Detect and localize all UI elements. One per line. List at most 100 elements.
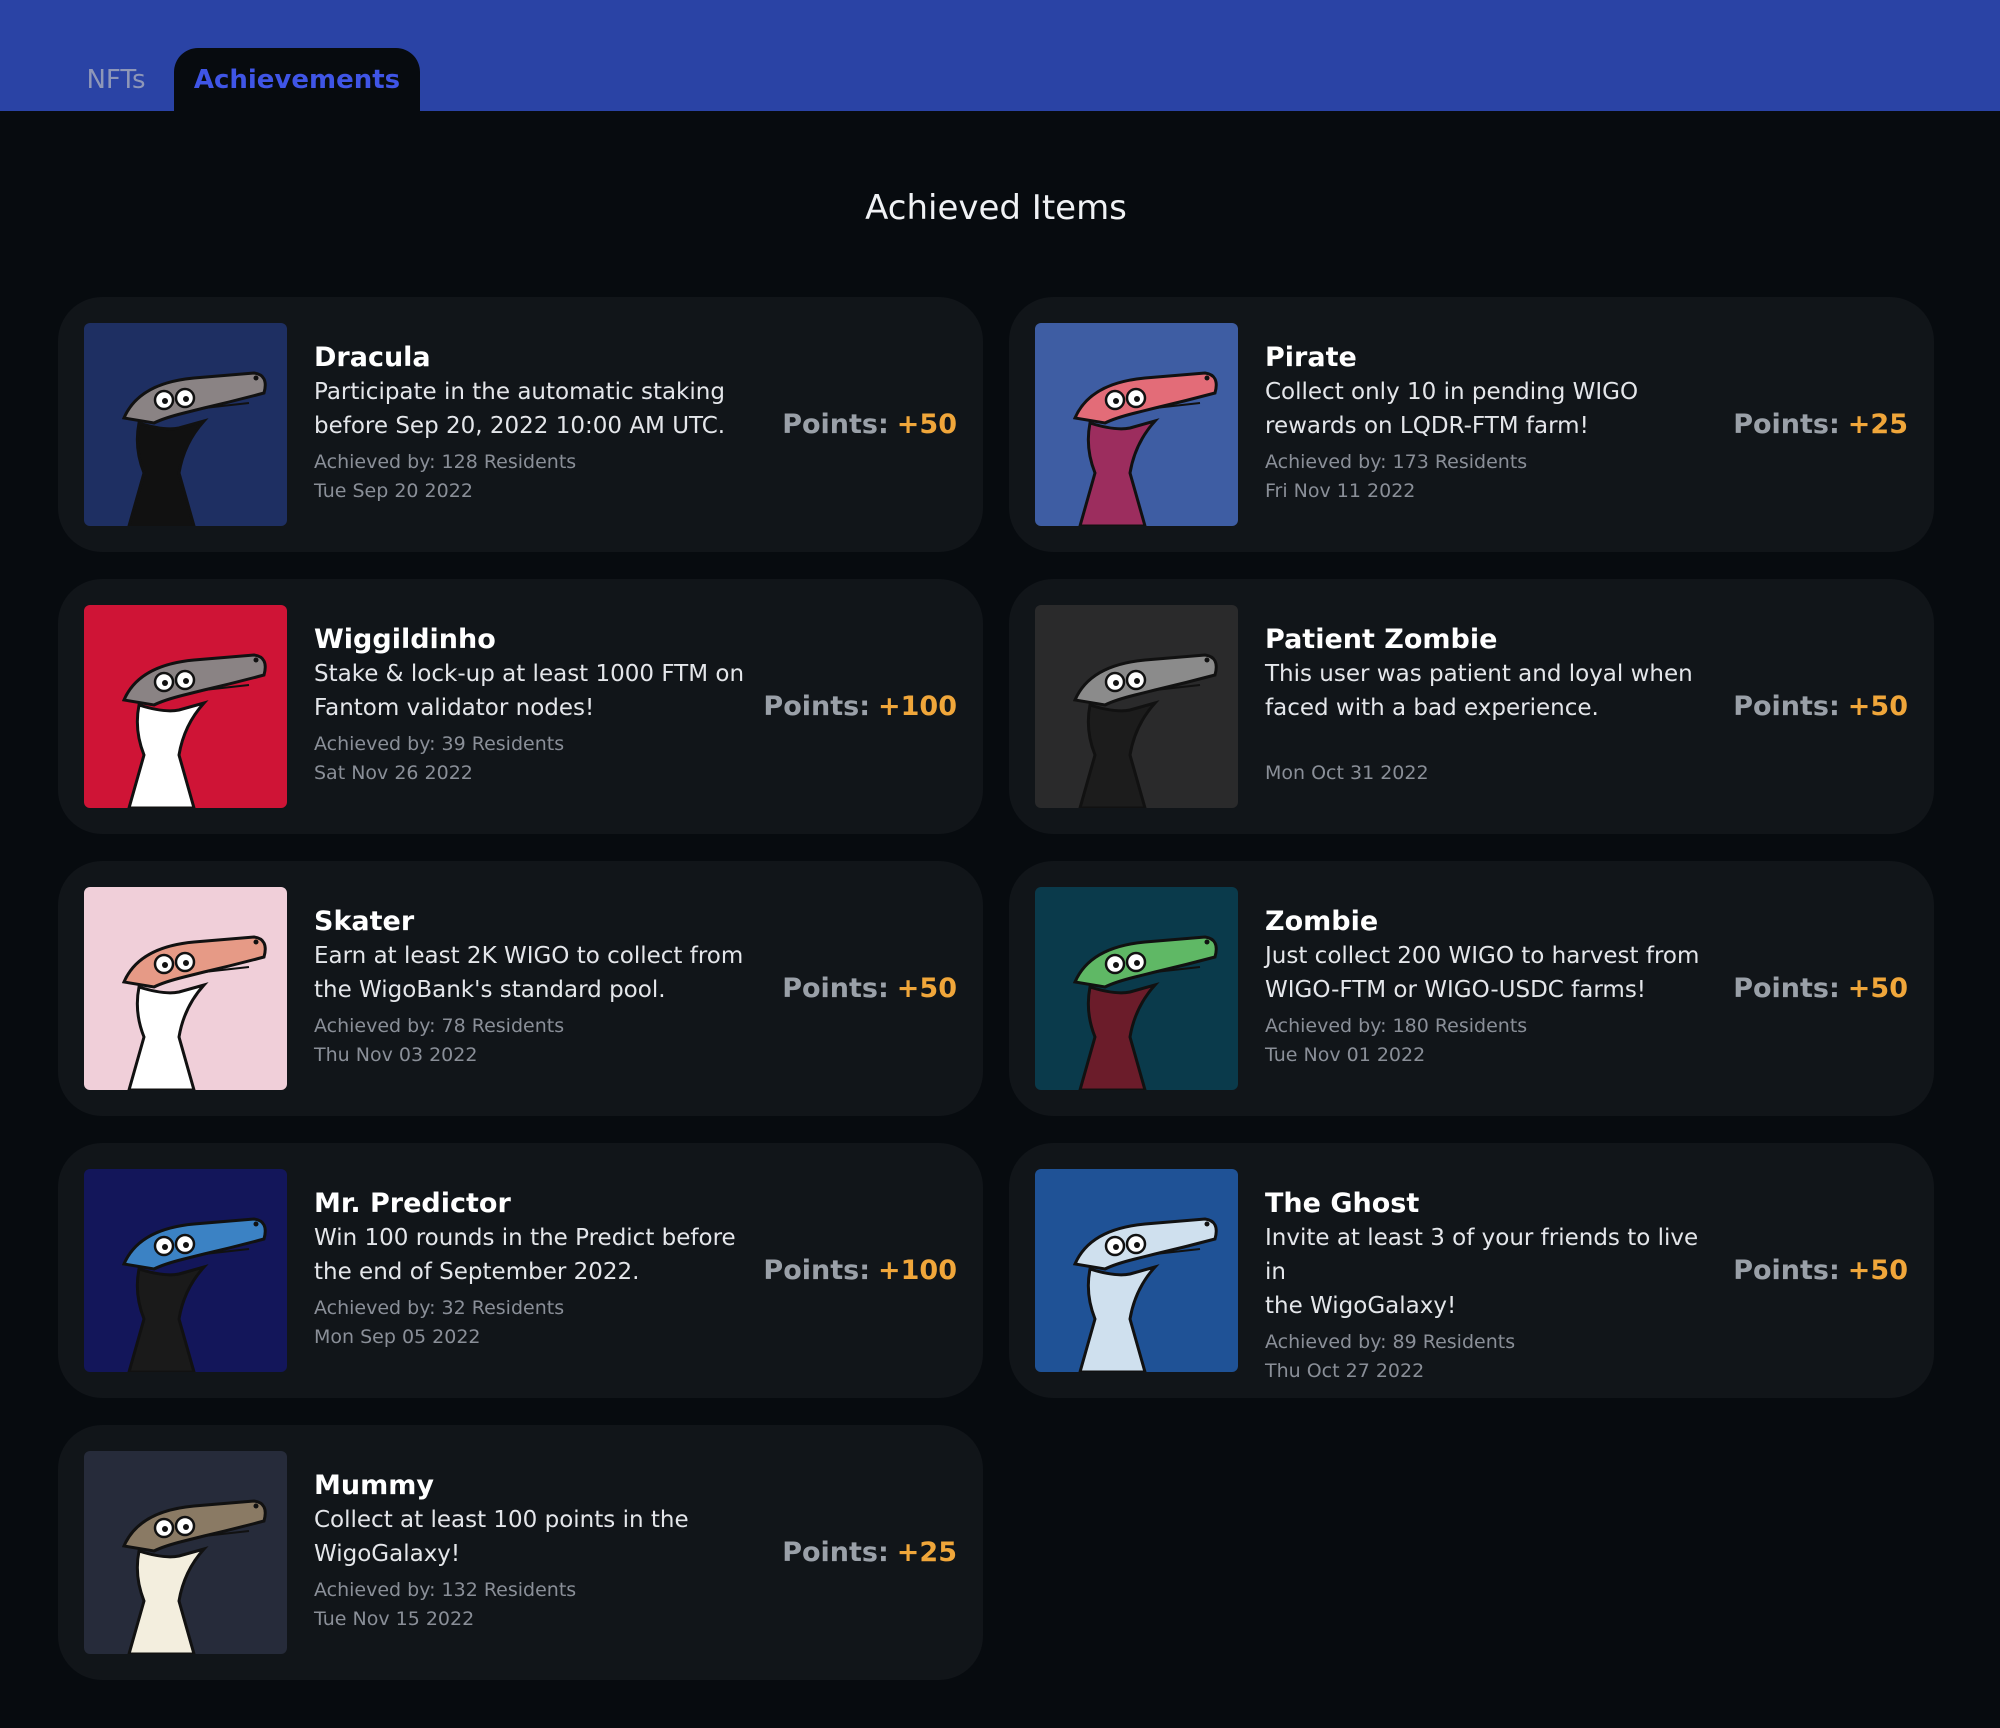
points-label: Points: (1733, 691, 1840, 722)
achievement-description-line-1: Earn at least 2K WIGO to collect from (314, 943, 744, 969)
zombie-avatar-icon (1035, 887, 1238, 1090)
points-value: +50 (896, 409, 957, 440)
mummy-avatar-icon (84, 1451, 287, 1654)
achievement-card: Mummy Collect at least 100 points in the… (58, 1425, 983, 1680)
achievement-points: Points: +100 (763, 579, 957, 834)
achievement-points: Points: +50 (782, 861, 957, 1116)
achievement-description-line-2: WIGO-FTM or WIGO-USDC farms! (1265, 977, 1647, 1003)
points-value: +50 (1847, 691, 1908, 722)
achievement-points: Points: +25 (1733, 297, 1908, 552)
skater-avatar-icon (84, 887, 287, 1090)
achievement-name: Mr. Predictor (314, 1188, 511, 1219)
achievement-description-line-2: the end of September 2022. (314, 1259, 640, 1285)
achievement-date: Fri Nov 11 2022 (1265, 480, 1416, 502)
points-value: +100 (878, 1255, 957, 1286)
achievement-points: Points: +50 (782, 297, 957, 552)
achievement-name: Pirate (1265, 342, 1357, 373)
points-label: Points: (1733, 973, 1840, 1004)
achievement-info: Mr. Predictor Win 100 rounds in the Pred… (314, 1187, 774, 1352)
achieved-by-count: Achieved by: 32 Residents (314, 1297, 565, 1319)
section-title: Achieved Items (865, 188, 1127, 228)
achievement-name: Zombie (1265, 906, 1379, 937)
achievement-description-line-2: before Sep 20, 2022 10:00 AM UTC. (314, 413, 726, 439)
achievement-name: Mummy (314, 1470, 434, 1501)
achievement-info: Wiggildinho Stake & lock-up at least 100… (314, 623, 774, 788)
dracula-avatar-icon (84, 323, 287, 526)
achievement-date: Tue Sep 20 2022 (314, 480, 473, 502)
achievement-name: Patient Zombie (1265, 624, 1498, 655)
achievement-description-line-2: the WigoBank's standard pool. (314, 977, 666, 1003)
achieved-by-count: Achieved by: 39 Residents (314, 733, 565, 755)
achievement-description-line-2: the WigoGalaxy! (1265, 1293, 1457, 1319)
achievement-date: Sat Nov 26 2022 (314, 762, 473, 784)
points-label: Points: (782, 409, 889, 440)
achievement-description-line-1: Stake & lock-up at least 1000 FTM on (314, 661, 745, 687)
achievement-date: Thu Nov 03 2022 (314, 1044, 478, 1066)
achievement-name: The Ghost (1265, 1188, 1420, 1219)
achievement-description-line-1: This user was patient and loyal when (1265, 661, 1693, 687)
achieved-by-count: Achieved by: 180 Residents (1265, 1015, 1528, 1037)
grey-zombie-avatar-icon (1035, 605, 1238, 808)
achievement-description-line-1: Invite at least 3 of your friends to liv… (1265, 1225, 1699, 1285)
achievement-card: The Ghost Invite at least 3 of your frie… (1009, 1143, 1934, 1398)
points-label: Points: (782, 973, 889, 1004)
achievement-description-line-1: Collect only 10 in pending WIGO (1265, 379, 1639, 405)
achievement-card: Wiggildinho Stake & lock-up at least 100… (58, 579, 983, 834)
achievement-date: Tue Nov 01 2022 (1265, 1044, 1426, 1066)
achieved-by-count: Achieved by: 128 Residents (314, 451, 577, 473)
points-label: Points: (1733, 409, 1840, 440)
achievement-card: Zombie Just collect 200 WIGO to harvest … (1009, 861, 1934, 1116)
achievement-info: Skater Earn at least 2K WIGO to collect … (314, 905, 774, 1070)
achievement-description-line-2: rewards on LQDR-FTM farm! (1265, 413, 1589, 439)
achievement-description-line-1: Win 100 rounds in the Predict before (314, 1225, 736, 1251)
achievement-name: Skater (314, 906, 415, 937)
achievement-description-line-1: Collect at least 100 points in the (314, 1507, 689, 1533)
achievement-description-line-2: WigoGalaxy! (314, 1541, 461, 1567)
achievement-info: Mummy Collect at least 100 points in the… (314, 1469, 774, 1634)
achievement-card: Dracula Participate in the automatic sta… (58, 297, 983, 552)
achievement-info: Dracula Participate in the automatic sta… (314, 341, 774, 506)
achievement-description-line-1: Participate in the automatic staking (314, 379, 725, 405)
tab-nfts[interactable]: NFTs (58, 48, 174, 111)
points-value: +25 (896, 1537, 957, 1568)
points-label: Points: (763, 1255, 871, 1286)
achievement-date: Thu Oct 27 2022 (1265, 1360, 1425, 1382)
achievement-points: Points: +50 (1733, 861, 1908, 1116)
achievement-date: Mon Oct 31 2022 (1265, 762, 1429, 784)
ghost-avatar-icon (1035, 1169, 1238, 1372)
achievement-name: Dracula (314, 342, 431, 373)
tab-achievements[interactable]: Achievements (174, 48, 420, 111)
points-label: Points: (1733, 1255, 1840, 1286)
achievement-points: Points: +25 (782, 1425, 957, 1680)
points-value: +50 (1847, 1255, 1908, 1286)
achievement-card: Skater Earn at least 2K WIGO to collect … (58, 861, 983, 1116)
achievement-date: Mon Sep 05 2022 (314, 1326, 481, 1348)
achieved-by-count: Achieved by: 89 Residents (1265, 1331, 1516, 1353)
points-label: Points: (763, 691, 871, 722)
achieved-by-count (1265, 730, 1725, 759)
achieved-by-count: Achieved by: 78 Residents (314, 1015, 565, 1037)
achievement-info: Pirate Collect only 10 in pending WIGO r… (1265, 341, 1725, 506)
achievement-info: Patient Zombie This user was patient and… (1265, 623, 1725, 788)
achievement-description-line-2: faced with a bad experience. (1265, 695, 1599, 721)
achievement-info: Zombie Just collect 200 WIGO to harvest … (1265, 905, 1725, 1070)
top-header-bar: NFTs Achievements (0, 0, 2000, 111)
points-value: +100 (878, 691, 957, 722)
achievement-description-line-2: Fantom validator nodes! (314, 695, 595, 721)
achievement-points: Points: +50 (1733, 579, 1908, 834)
achievement-points: Points: +50 (1733, 1143, 1908, 1398)
footballer-avatar-icon (84, 605, 287, 808)
achievement-card: Pirate Collect only 10 in pending WIGO r… (1009, 297, 1934, 552)
achieved-by-count: Achieved by: 173 Residents (1265, 451, 1528, 473)
points-label: Points: (782, 1537, 889, 1568)
pirate-avatar-icon (1035, 323, 1238, 526)
predictor-avatar-icon (84, 1169, 287, 1372)
points-value: +25 (1847, 409, 1908, 440)
achieved-by-count: Achieved by: 132 Residents (314, 1579, 577, 1601)
achievement-card: Mr. Predictor Win 100 rounds in the Pred… (58, 1143, 983, 1398)
achievement-description-line-1: Just collect 200 WIGO to harvest from (1265, 943, 1700, 969)
points-value: +50 (896, 973, 957, 1004)
achievement-name: Wiggildinho (314, 624, 496, 655)
points-value: +50 (1847, 973, 1908, 1004)
achievement-card: Patient Zombie This user was patient and… (1009, 579, 1934, 834)
